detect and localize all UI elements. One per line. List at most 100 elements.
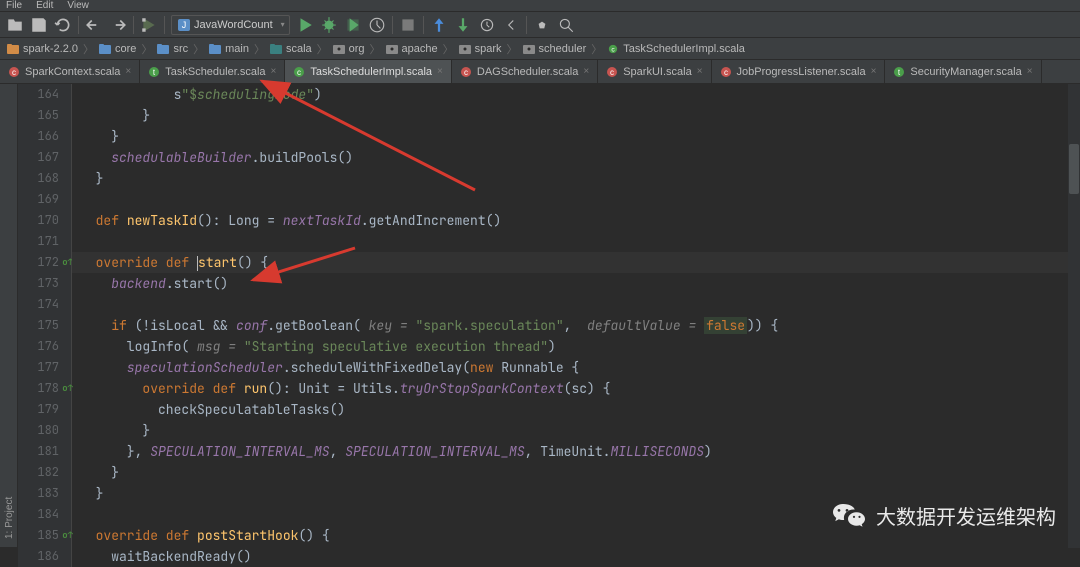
code-line: logInfo( msg = "Starting speculative exe… (72, 336, 1068, 357)
code-line: s"$schedulingMode") (72, 84, 1068, 105)
line-number[interactable]: 168 (18, 168, 71, 189)
breadcrumb: spark-2.2.0〉 core〉 src〉 main〉 scala〉 org… (0, 38, 1080, 60)
breadcrumb-item[interactable]: scala (267, 43, 315, 55)
tool-structure[interactable]: 7: Structure (0, 284, 2, 548)
line-number[interactable]: 183 (18, 483, 71, 504)
line-number[interactable]: 175 (18, 315, 71, 336)
tab-taskschedulerimpl[interactable]: cTaskSchedulerImpl.scala× (285, 60, 452, 83)
breadcrumb-item[interactable]: org (330, 43, 368, 55)
run-config-select[interactable]: J JavaWordCount (171, 15, 290, 35)
breadcrumb-item[interactable]: apache (383, 43, 441, 55)
line-number[interactable]: 174 (18, 294, 71, 315)
breadcrumb-item[interactable]: core (96, 43, 139, 55)
stop-icon[interactable] (399, 16, 417, 34)
svg-text:c: c (464, 68, 468, 77)
scrollbar[interactable] (1068, 84, 1080, 548)
line-number[interactable]: 181 (18, 441, 71, 462)
close-icon[interactable]: × (871, 66, 877, 77)
gutter[interactable]: 164 165 166 167 168 169 170 171 172 173 … (18, 84, 72, 567)
close-icon[interactable]: × (271, 66, 277, 77)
code-line (72, 231, 1068, 252)
tab-sparkui[interactable]: cSparkUI.scala× (598, 60, 711, 83)
code-editor[interactable]: 164 165 166 167 168 169 170 171 172 173 … (18, 84, 1080, 548)
code-line: schedulableBuilder.buildPools() (72, 147, 1068, 168)
line-number[interactable]: 182 (18, 462, 71, 483)
tab-taskscheduler[interactable]: tTaskScheduler.scala× (140, 60, 285, 83)
close-icon[interactable]: × (583, 66, 589, 77)
folder-icon (270, 44, 282, 53)
vcs-update-icon[interactable] (430, 16, 448, 34)
package-icon (523, 44, 535, 53)
line-number[interactable]: 179 (18, 399, 71, 420)
line-number[interactable]: 169 (18, 189, 71, 210)
profile-icon[interactable] (368, 16, 386, 34)
debug-icon[interactable] (320, 16, 338, 34)
undo-icon[interactable] (85, 16, 103, 34)
code-line: override def run(): Unit = Utils.tryOrSt… (72, 378, 1068, 399)
code-line: } (72, 168, 1068, 189)
breadcrumb-item[interactable]: scheduler (520, 43, 590, 55)
vcs-revert-icon[interactable] (502, 16, 520, 34)
tab-dagscheduler[interactable]: cDAGScheduler.scala× (452, 60, 598, 83)
save-icon[interactable] (30, 16, 48, 34)
run-icon[interactable] (296, 16, 314, 34)
tab-securitymanager[interactable]: tSecurityManager.scala× (885, 60, 1041, 83)
line-number[interactable]: 170 (18, 210, 71, 231)
coverage-icon[interactable] (344, 16, 362, 34)
code-area[interactable]: s"$schedulingMode") } } schedulableBuild… (72, 84, 1068, 567)
tab-sparkcontext[interactable]: cSparkContext.scala× (0, 60, 140, 83)
line-number[interactable]: 173 (18, 273, 71, 294)
close-icon[interactable]: × (1027, 66, 1033, 77)
open-icon[interactable] (6, 16, 24, 34)
close-icon[interactable]: × (437, 66, 443, 77)
svg-text:J: J (182, 20, 187, 30)
folder-icon (99, 44, 111, 53)
class-icon: c (8, 66, 20, 78)
breadcrumb-item[interactable]: spark-2.2.0 (4, 43, 81, 55)
scrollbar-thumb[interactable] (1069, 144, 1079, 194)
vcs-commit-icon[interactable] (454, 16, 472, 34)
line-number[interactable]: 186 (18, 546, 71, 567)
breadcrumb-item[interactable]: cTaskSchedulerImpl.scala (604, 43, 748, 55)
close-icon[interactable]: × (125, 66, 131, 77)
line-number[interactable]: 180 (18, 420, 71, 441)
code-line (72, 189, 1068, 210)
package-icon (333, 44, 345, 53)
code-line (72, 294, 1068, 315)
tab-jobprogresslistener[interactable]: cJobProgressListener.scala× (712, 60, 886, 83)
line-number[interactable]: 167 (18, 147, 71, 168)
build-icon[interactable] (140, 16, 158, 34)
line-number[interactable]: 165 (18, 105, 71, 126)
close-icon[interactable]: × (697, 66, 703, 77)
run-config-label: JavaWordCount (194, 19, 273, 31)
class-icon: c (293, 66, 305, 78)
line-number[interactable]: 184 (18, 504, 71, 525)
code-line: } (72, 105, 1068, 126)
line-number[interactable]: 185 (18, 525, 71, 546)
redo-icon[interactable] (109, 16, 127, 34)
left-tool-stripe: 1: Project 7: Structure 2: Favorites (0, 84, 18, 548)
project-icon (7, 44, 19, 53)
search-icon[interactable] (557, 16, 575, 34)
svg-text:c: c (297, 68, 301, 77)
line-number[interactable]: 171 (18, 231, 71, 252)
breadcrumb-item[interactable]: src (154, 43, 191, 55)
vcs-history-icon[interactable] (478, 16, 496, 34)
line-number[interactable]: 166 (18, 126, 71, 147)
line-number[interactable]: 172 (18, 252, 71, 273)
line-number[interactable]: 164 (18, 84, 71, 105)
trait-icon: t (893, 66, 905, 78)
refresh-icon[interactable] (54, 16, 72, 34)
code-line: if (!isLocal && conf.getBoolean( key = "… (72, 315, 1068, 336)
settings-icon[interactable] (533, 16, 551, 34)
menubar: FileEditView (0, 0, 1080, 12)
line-number[interactable]: 177 (18, 357, 71, 378)
breadcrumb-item[interactable]: spark (456, 43, 505, 55)
class-icon: c (460, 66, 472, 78)
tool-project[interactable]: 1: Project (2, 84, 17, 548)
trait-icon: t (148, 66, 160, 78)
class-icon: c (606, 66, 618, 78)
breadcrumb-item[interactable]: main (206, 43, 252, 55)
line-number[interactable]: 176 (18, 336, 71, 357)
line-number[interactable]: 178 (18, 378, 71, 399)
